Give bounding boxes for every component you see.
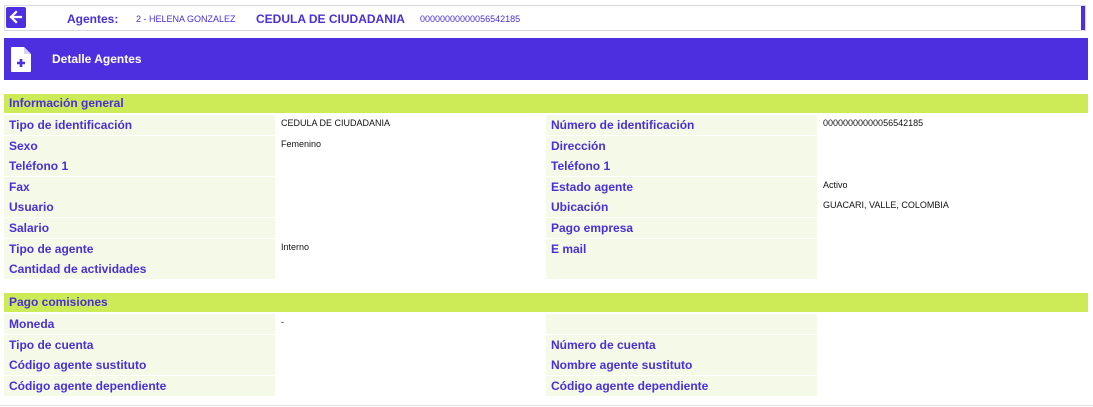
field-value: [817, 355, 1088, 375]
back-button[interactable]: [6, 7, 26, 28]
field-value: [817, 239, 1088, 259]
table-row: Código agente sustituto Nombre agente sus…: [4, 355, 1088, 376]
field-value: Interno: [281, 241, 310, 252]
agent-name: 2 - HELENA GONZALEZ: [136, 14, 236, 24]
field-label: Sexo: [4, 135, 275, 156]
table-row: Cantidad de actividades: [4, 259, 1088, 280]
field-label: Número de identificación: [546, 115, 817, 135]
divider: [0, 405, 1093, 406]
arrow-left-icon: [9, 10, 23, 24]
field-value: GUACARI, VALLE, COLOMBIA: [823, 200, 949, 211]
field-label: Dirección: [546, 135, 817, 156]
agent-topbar: Agentes: 2 - HELENA GONZALEZ CEDULA DE C…: [4, 5, 1086, 31]
field-label: Código agente sustituto: [4, 355, 275, 376]
table-row: Salario Pago empresa: [4, 218, 1088, 238]
field-label: Tipo de identificación: [4, 115, 275, 135]
field-label: Estado agente: [546, 176, 817, 197]
field-value: [817, 376, 1088, 396]
field-value: [275, 355, 546, 375]
table-row: Usuario Ubicación GUACARI, VALLE, COLOMBIA: [4, 197, 1088, 218]
field-label: Usuario: [4, 197, 275, 218]
field-value: -: [281, 317, 284, 327]
field-label: Pago empresa: [546, 218, 817, 238]
field-value: [275, 376, 546, 396]
section-commissions: Pago comisiones: [4, 293, 1088, 312]
field-value: [817, 136, 1088, 156]
table-row: Teléfono 1 Teléfono 1: [4, 156, 1088, 177]
field-value: CEDULA DE CIUDADANIA: [281, 118, 391, 128]
field-value: Activo: [823, 179, 848, 190]
field-value: [817, 156, 1088, 176]
field-value: [275, 177, 546, 197]
field-value: Femenino: [281, 138, 322, 149]
section-general-info: Información general: [4, 94, 1088, 113]
field-value: [275, 259, 546, 279]
field-value: [817, 335, 1088, 355]
field-label: Tipo de agente: [4, 238, 275, 259]
agents-label: Agentes:: [67, 12, 119, 26]
field-value: [275, 197, 546, 217]
field-label: Cantidad de actividades: [4, 259, 275, 280]
field-label: Código agente dependiente: [4, 375, 275, 396]
field-label: Teléfono 1: [4, 156, 275, 177]
field-value: [275, 218, 546, 238]
field-value: [817, 314, 1088, 334]
table-row: Sexo Femenino Dirección: [4, 135, 1088, 156]
field-label: Número de cuenta: [546, 334, 817, 355]
field-label: Ubicación: [546, 197, 817, 218]
add-document-icon: [11, 47, 31, 72]
field-label: [546, 259, 817, 280]
table-row: Fax Estado agente Activo: [4, 176, 1088, 197]
field-value: [817, 259, 1088, 279]
page-title: Detalle Agentes: [52, 52, 142, 66]
table-row: Moneda -: [4, 314, 1088, 334]
table-row: Tipo de identificación CEDULA DE CIUDADAN…: [4, 115, 1088, 135]
table-row: Tipo de agente Interno E mail: [4, 238, 1088, 259]
field-label: Tipo de cuenta: [4, 334, 275, 355]
detail-header: Detalle Agentes: [4, 38, 1088, 80]
table-row: Código agente dependiente Código agente d…: [4, 375, 1088, 396]
field-label: Código agente dependiente: [546, 375, 817, 396]
field-label: Teléfono 1: [546, 156, 817, 177]
field-value: 00000000000056542185: [823, 118, 924, 128]
field-value: [275, 335, 546, 355]
field-label: Moneda: [4, 314, 275, 334]
field-label: Nombre agente sustituto: [546, 355, 817, 376]
field-label: Fax: [4, 176, 275, 197]
agent-doc-type: CEDULA DE CIUDADANIA: [256, 12, 405, 26]
agent-doc-number: 00000000000056542185: [420, 14, 521, 24]
field-label: E mail: [546, 238, 817, 259]
field-value: [817, 218, 1088, 238]
topbar-accent: [1081, 6, 1085, 30]
field-label: [546, 314, 817, 334]
field-label: Salario: [4, 218, 275, 238]
field-value: [275, 156, 546, 176]
table-row: Tipo de cuenta Número de cuenta: [4, 334, 1088, 355]
